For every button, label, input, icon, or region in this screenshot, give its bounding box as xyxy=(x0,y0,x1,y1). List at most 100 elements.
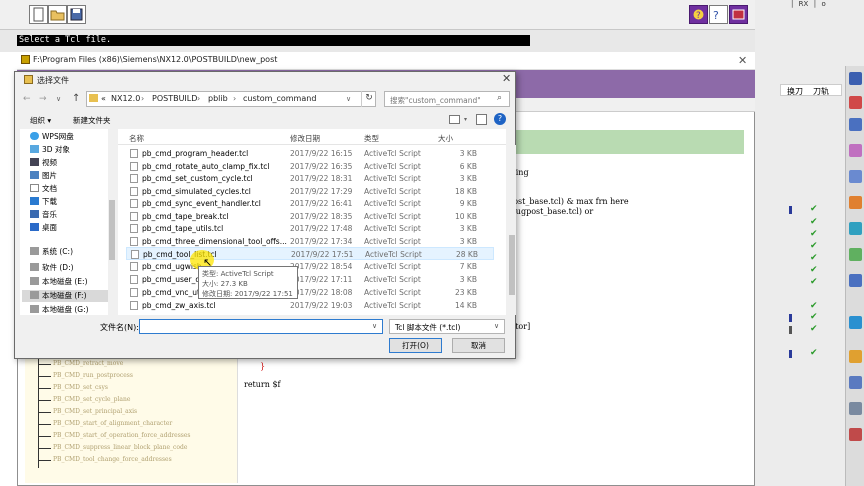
tool-icon[interactable] xyxy=(849,402,862,415)
tree-item[interactable]: PB_CMD_set_principal_axis xyxy=(53,408,137,415)
check-icon: ✔ xyxy=(810,265,818,275)
file-row[interactable]: pb_cmd_sync_event_handler.tcl 2017/9/22 1… xyxy=(126,197,494,210)
preview-pane-icon[interactable] xyxy=(476,114,487,125)
column-name-header[interactable]: 名称 xyxy=(129,133,144,144)
address-dropdown-icon[interactable]: ∨ xyxy=(346,95,351,103)
breadcrumb-item[interactable]: NX12.0 xyxy=(111,94,140,103)
open-folder-icon[interactable] xyxy=(48,5,67,24)
tree-connector xyxy=(39,388,51,389)
tool-icon[interactable] xyxy=(849,222,862,235)
tree-item[interactable]: PB_CMD_start_of_alignment_character xyxy=(53,420,172,427)
document-icon xyxy=(30,184,39,192)
file-row[interactable]: pb_cmd_zw_axis.tcl 2017/9/22 19:03 ActiveT… xyxy=(126,299,494,312)
column-type-header[interactable]: 类型 xyxy=(364,133,379,144)
filetype-select[interactable]: Tcl 脚本文件 (*.tcl) xyxy=(389,319,505,334)
tree-item[interactable]: PB_CMD_start_of_operation_force_addresse… xyxy=(53,432,191,439)
tool-icon[interactable] xyxy=(849,196,862,209)
manual-book-icon[interactable] xyxy=(729,5,748,24)
file-row-selected[interactable]: pb_cmd_tool_list.tcl 2017/9/22 17:51 Activ… xyxy=(126,247,494,260)
new-folder-button[interactable]: 新建文件夹 xyxy=(73,115,111,126)
nav-label: 本地磁盘 (G:) xyxy=(42,305,89,314)
nav-item-drive-f[interactable]: 本地磁盘 (F:) xyxy=(22,290,108,302)
script-file-icon xyxy=(131,250,139,259)
nav-item-music[interactable]: 音乐 xyxy=(30,209,122,221)
tree-item[interactable]: PB_CMD_set_csys xyxy=(53,384,108,391)
tool-icon[interactable] xyxy=(849,248,862,261)
nav-item-drive-d[interactable]: 软件 (D:) xyxy=(30,262,122,274)
new-file-icon[interactable] xyxy=(29,5,48,24)
nav-item-downloads[interactable]: 下载 xyxy=(30,196,122,208)
nav-item-wps[interactable]: WPS网盘 xyxy=(30,131,122,143)
nav-item-pictures[interactable]: 图片 xyxy=(30,170,122,182)
tool-icon[interactable] xyxy=(849,376,862,389)
tree-connector xyxy=(39,424,51,425)
help-icon[interactable]: ? xyxy=(689,5,708,24)
context-help-icon[interactable]: ? xyxy=(709,5,728,24)
recent-dropdown-icon[interactable]: ∨ xyxy=(56,95,61,103)
file-row[interactable]: pb_cmd_set_custom_cycle.tcl 2017/9/22 18:… xyxy=(126,172,494,185)
back-icon[interactable]: ← xyxy=(23,94,31,104)
column-size-header[interactable]: 大小 xyxy=(438,133,453,144)
breadcrumb-item[interactable]: « xyxy=(101,94,106,103)
tree-item[interactable]: PB_CMD_run_postprocess xyxy=(53,372,133,379)
file-tooltip: 类型: ActiveTcl Script 大小: 27.3 KB 修改日期: 2… xyxy=(198,266,298,299)
file-row[interactable]: pb_cmd_program_header.tcl 2017/9/22 16:15… xyxy=(126,147,494,160)
column-date-header[interactable]: 修改日期 xyxy=(290,133,320,144)
file-row[interactable]: pb_cmd_vnc_uti 2017/9/22 18:08 ActiveTcl S… xyxy=(126,286,494,299)
save-icon[interactable] xyxy=(67,5,86,24)
tree-item[interactable]: PB_CMD_tool_change_force_addresses xyxy=(53,456,172,463)
tool-icon[interactable] xyxy=(849,72,862,85)
search-input[interactable]: 搜索"custom_command" xyxy=(384,91,510,107)
filename-dropdown-icon[interactable]: ∨ xyxy=(372,322,377,330)
nav-item-documents[interactable]: 文档 xyxy=(30,183,122,195)
file-row[interactable]: pb_cmd_ugwish 2017/9/22 18:54 ActiveTcl Sc… xyxy=(126,260,494,273)
nav-label: 下载 xyxy=(42,197,57,206)
nav-item-drive-c[interactable]: 系统 (C:) xyxy=(30,246,122,258)
tool-icon[interactable] xyxy=(849,274,862,287)
file-list-scroll-thumb[interactable] xyxy=(509,235,515,295)
tool-icon[interactable] xyxy=(849,118,862,131)
breadcrumb-separator: › xyxy=(233,94,237,103)
forward-icon[interactable]: → xyxy=(39,94,47,104)
filename-input[interactable] xyxy=(139,319,383,334)
check-icon: ✔ xyxy=(810,277,818,287)
nav-item-desktop[interactable]: 桌面 xyxy=(30,222,122,234)
nav-item-drive-g[interactable]: 本地磁盘 (G:) xyxy=(30,304,122,316)
cancel-button[interactable]: 取消 xyxy=(452,338,505,353)
tool-icon[interactable] xyxy=(849,428,862,441)
view-mode-icon[interactable] xyxy=(449,115,460,124)
view-dropdown-icon[interactable]: ▾ xyxy=(464,116,467,123)
script-file-icon xyxy=(130,262,138,271)
nav-item-drive-e[interactable]: 本地磁盘 (E:) xyxy=(30,276,122,288)
tool-icon[interactable] xyxy=(849,350,862,363)
breadcrumb-item[interactable]: POSTBUILD xyxy=(152,94,197,103)
organize-menu[interactable]: 组织 ▾ xyxy=(30,115,51,126)
tool-icon[interactable] xyxy=(849,316,862,329)
script-file-icon xyxy=(130,212,138,221)
tree-connector xyxy=(39,364,51,365)
tooltip-type: 类型: ActiveTcl Script xyxy=(202,270,274,278)
tree-item[interactable]: PB_CMD_retract_move xyxy=(53,360,123,367)
file-row[interactable]: pb_cmd_user_de 2017/9/22 17:11 ActiveTcl S… xyxy=(126,273,494,286)
up-folder-icon[interactable]: ↑ xyxy=(72,93,80,104)
file-row[interactable]: pb_cmd_tape_utils.tcl 2017/9/22 17:48 Acti… xyxy=(126,222,494,235)
nav-item-3d[interactable]: 3D 对象 xyxy=(30,144,122,156)
tree-connector xyxy=(39,436,51,437)
tree-item[interactable]: PB_CMD_set_cycle_plane xyxy=(53,396,130,403)
refresh-icon[interactable]: ↻ xyxy=(361,91,376,107)
open-button[interactable]: 打开(O) xyxy=(389,338,442,353)
check-icon: ✔ xyxy=(810,312,818,322)
dialog-close-icon[interactable]: ✕ xyxy=(502,72,511,85)
tree-item[interactable]: PB_CMD_suppress_linear_block_plane_code xyxy=(53,444,187,451)
tool-icon[interactable] xyxy=(849,96,862,109)
tool-icon[interactable] xyxy=(849,170,862,183)
tool-icon[interactable] xyxy=(849,144,862,157)
postbuild-close-icon[interactable]: ✕ xyxy=(738,54,747,67)
breadcrumb-item[interactable]: custom_command xyxy=(243,94,316,103)
desktop-icon xyxy=(30,223,39,231)
nav-item-video[interactable]: 视频 xyxy=(30,157,122,169)
breadcrumb-item[interactable]: pblib xyxy=(208,94,228,103)
help-icon[interactable]: ? xyxy=(494,113,506,125)
check-icon: ✔ xyxy=(810,204,818,214)
filetype-dropdown-icon[interactable]: ∨ xyxy=(494,322,499,330)
